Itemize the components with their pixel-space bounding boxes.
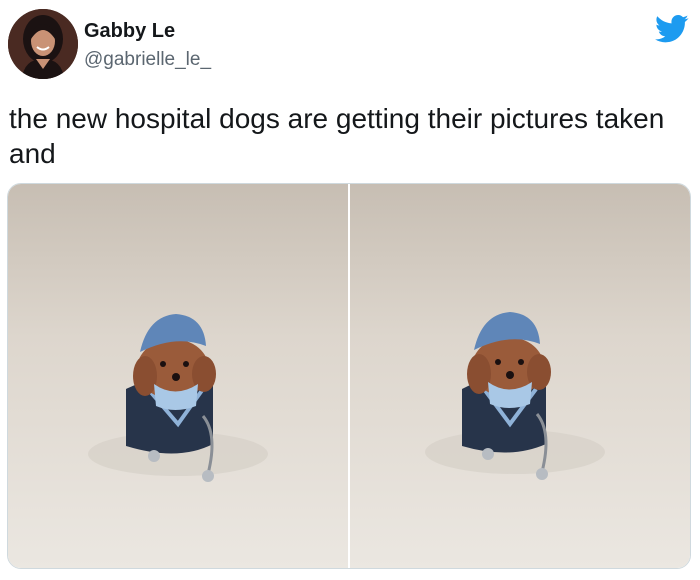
- twitter-bird-icon[interactable]: [655, 14, 689, 44]
- tweet-media: [7, 183, 691, 569]
- display-name[interactable]: Gabby Le: [84, 19, 175, 43]
- media-photo-right[interactable]: [350, 184, 690, 568]
- profile-photo-icon: [8, 9, 78, 79]
- tweet-text: the new hospital dogs are getting their …: [9, 103, 665, 169]
- media-photo-left[interactable]: [8, 184, 348, 568]
- user-handle[interactable]: @gabrielle_le_: [84, 49, 211, 71]
- avatar[interactable]: [8, 9, 78, 79]
- dog-in-scrubs-photo-icon: [350, 184, 690, 568]
- dog-in-scrubs-photo-icon: [8, 184, 348, 568]
